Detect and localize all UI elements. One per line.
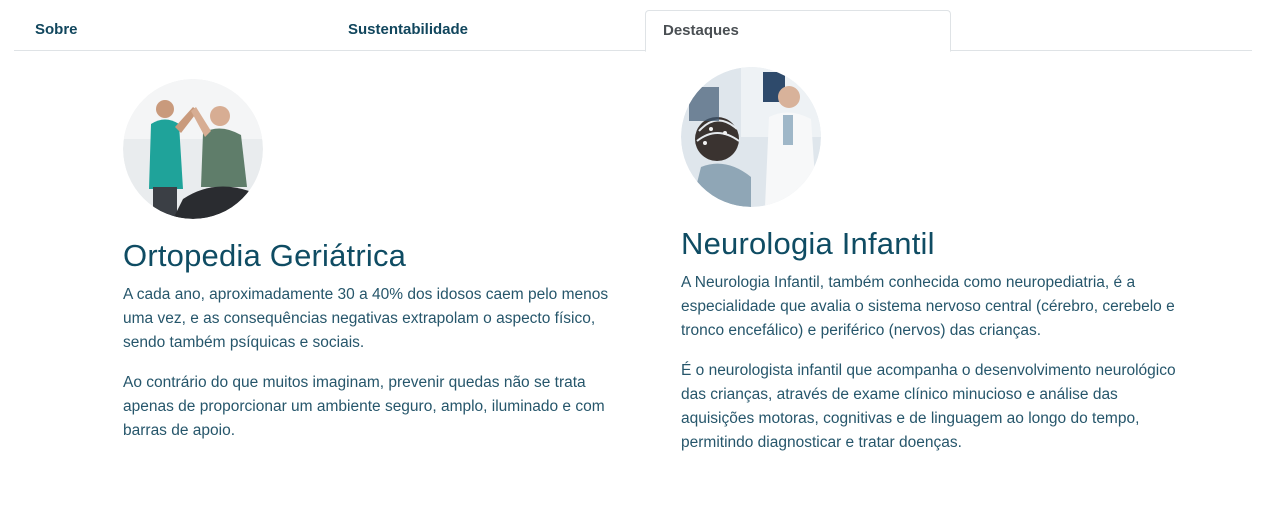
card-paragraph: A cada ano, aproximadamente 30 a 40% dos…: [123, 286, 609, 351]
card-paragraph: É o neurologista infantil que acompanha …: [681, 362, 1176, 451]
card-title: Neurologia Infantil: [681, 226, 935, 261]
child-eeg-photo-icon: [681, 67, 821, 207]
tab-sustentabilidade[interactable]: Sustentabilidade: [328, 10, 628, 51]
card-neurologia-infantil: Neurologia Infantil A Neurologia Infanti…: [681, 67, 1201, 455]
tab-bar: Sobre Sustentabilidade Destaques: [14, 0, 1252, 52]
card-ortopedia-geriatrica: Ortopedia Geriátrica A cada ano, aproxim…: [123, 79, 643, 443]
card-title: Ortopedia Geriátrica: [123, 238, 407, 273]
physiotherapy-photo-icon: [123, 79, 263, 219]
tab-destaques[interactable]: Destaques: [645, 10, 951, 52]
card-paragraph: A Neurologia Infantil, também conhecida …: [681, 274, 1175, 339]
tab-sobre[interactable]: Sobre: [14, 10, 344, 51]
card-paragraph: Ao contrário do que muitos imaginam, pre…: [123, 374, 605, 439]
